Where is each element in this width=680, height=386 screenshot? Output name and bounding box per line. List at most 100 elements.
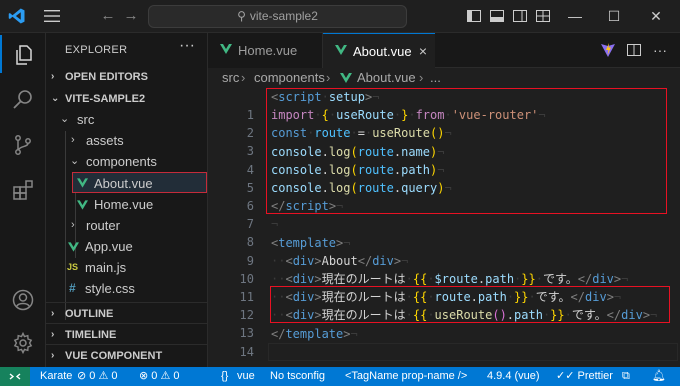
section-open-editors[interactable]: › OPEN EDITORS [46, 66, 208, 88]
files-icon [16, 45, 32, 65]
section-label: VITE-SAMPLE2 [65, 93, 146, 105]
breadcrumb-item[interactable]: ... [430, 68, 441, 88]
tree-file-about-vue[interactable]: About.vue [72, 172, 207, 193]
toggle-secondary-sidebar-icon[interactable] [512, 8, 528, 24]
highlight-box-script [266, 88, 667, 214]
chevron-right-icon: › [71, 219, 75, 231]
gear-icon [13, 331, 33, 355]
tab-home-vue[interactable]: Home.vue [208, 33, 323, 68]
tree-file-main-js[interactable]: JS main.js [46, 257, 208, 278]
breadcrumb-item[interactable]: src [222, 68, 239, 88]
current-line-highlight [268, 342, 678, 361]
tree-file-app-vue[interactable]: App.vue [46, 236, 208, 257]
command-center-search[interactable]: ⚲ vite-sample2 [148, 5, 407, 28]
status-bar: Karate ⊘ 0 ⚠ 0 ⊗ 0 ⚠ 0 {} vue No tsconfi… [0, 367, 680, 386]
tree-folder-components[interactable]: ⌄ components [46, 151, 208, 172]
breadcrumb-item[interactable]: About.vue [357, 68, 416, 88]
code-line: 10 ··<div>About</div>¬ [208, 252, 680, 286]
forward-arrow-icon[interactable]: → [123, 7, 139, 25]
extensions-icon [13, 180, 33, 200]
vue-file-icon [340, 73, 352, 83]
section-vue-component-preview[interactable]: › VUE COMPONENT PREVIEW [46, 344, 208, 384]
more-actions-icon[interactable]: ··· [177, 38, 197, 55]
source-control-activity[interactable] [0, 125, 46, 163]
code-line: 14 </template>¬ [208, 325, 680, 359]
split-editor-icon[interactable] [626, 42, 642, 58]
search-text: vite-sample2 [249, 9, 318, 23]
vscode-logo-icon [8, 8, 25, 24]
search-activity[interactable] [0, 80, 46, 118]
code-line: 8 ¬ [208, 215, 680, 249]
close-window-icon[interactable]: ✕ [646, 6, 666, 26]
maximize-icon[interactable]: ☐ [604, 6, 624, 26]
accounts-activity[interactable] [0, 280, 46, 318]
toggle-primary-sidebar-icon[interactable] [466, 8, 482, 24]
toggle-panel-icon[interactable] [489, 8, 505, 24]
status-prettier[interactable]: ✓✓ Prettier [556, 367, 613, 386]
explorer-activity[interactable] [0, 35, 46, 73]
braces-icon: {} [221, 370, 229, 382]
css-file-icon: # [69, 281, 76, 295]
status-problems[interactable]: ⊗ 0 ⚠ 0 [139, 367, 179, 386]
tree-file-home-vue[interactable]: Home.vue [46, 194, 208, 215]
chevron-right-icon: › [51, 329, 55, 340]
code-line: 9 <template>¬ [208, 234, 680, 268]
section-project[interactable]: ⌄ VITE-SAMPLE2 [46, 88, 208, 110]
feedback-icon[interactable]: ⧉ [622, 367, 630, 386]
chevron-down-icon: ⌄ [70, 155, 80, 167]
explorer-title: EXPLORER [65, 44, 128, 56]
code-line-current: 15 [208, 342, 680, 361]
status-tagname[interactable]: <TagName prop-name /> [345, 367, 467, 386]
customize-layout-icon[interactable] [535, 8, 551, 24]
js-file-icon: JS [67, 262, 79, 272]
vue-file-icon [335, 45, 347, 55]
more-actions-icon[interactable]: ··· [652, 42, 668, 58]
section-outline[interactable]: › OUTLINE [46, 302, 208, 324]
tree-label: About.vue [94, 176, 153, 191]
status-language[interactable]: vue [237, 367, 255, 386]
chevron-down-icon: ⌄ [51, 93, 60, 104]
vue-file-icon [77, 178, 88, 188]
tree-label: Home.vue [94, 197, 154, 212]
tree-folder-src[interactable]: ⌄ src [46, 109, 208, 130]
tree-label: components [86, 154, 157, 169]
search-icon: ⚲ [237, 9, 246, 23]
menu-icon[interactable] [43, 9, 61, 23]
breadcrumb-separator-icon: › [326, 70, 331, 85]
manage-activity[interactable] [0, 323, 46, 361]
status-version[interactable]: 4.9.4 (vue) [487, 367, 540, 386]
vite-icon[interactable] [600, 42, 616, 58]
vue-file-icon [68, 242, 79, 252]
remote-indicator[interactable] [0, 367, 30, 386]
back-arrow-icon[interactable]: ← [100, 7, 116, 25]
status-tsconfig[interactable]: No tsconfig [270, 367, 325, 386]
editor-tab-bar: Home.vue About.vue × ··· [208, 33, 680, 68]
section-timeline[interactable]: › TIMELINE [46, 323, 208, 345]
chevron-right-icon: › [51, 350, 55, 361]
highlight-box-lines [270, 286, 670, 323]
notifications-bell-icon[interactable]: 🔔︎ [652, 367, 666, 386]
chevron-down-icon: ⌄ [60, 113, 70, 125]
breadcrumb-separator-icon: › [419, 70, 424, 85]
tab-label: Home.vue [238, 43, 298, 58]
tree-label: router [86, 218, 120, 233]
breadcrumb-separator-icon: › [241, 70, 246, 85]
status-branch[interactable]: Karate [40, 367, 72, 386]
extensions-activity[interactable] [0, 170, 46, 208]
chevron-right-icon: › [51, 308, 55, 319]
tree-folder-router[interactable]: › router [46, 215, 208, 236]
tree-label: style.css [85, 281, 135, 296]
status-sync[interactable]: ⊘ 0 ⚠ 0 [77, 367, 117, 386]
code-editor[interactable]: 1 <script·setup>¬ 2 import·{·useRoute·}·… [208, 88, 680, 367]
chevron-right-icon: › [51, 71, 55, 82]
breadcrumb-item[interactable]: components [254, 68, 325, 88]
breadcrumb: src › components › About.vue › ... [208, 68, 680, 88]
tree-folder-assets[interactable]: › assets [46, 130, 208, 151]
tree-file-style-css[interactable]: # style.css [46, 278, 208, 299]
tree-label: main.js [85, 260, 127, 275]
minimize-icon[interactable]: — [565, 6, 585, 26]
tab-about-vue[interactable]: About.vue × [323, 33, 435, 68]
tree-label: assets [86, 133, 124, 148]
close-tab-icon[interactable]: × [419, 34, 427, 69]
account-icon [12, 289, 34, 311]
